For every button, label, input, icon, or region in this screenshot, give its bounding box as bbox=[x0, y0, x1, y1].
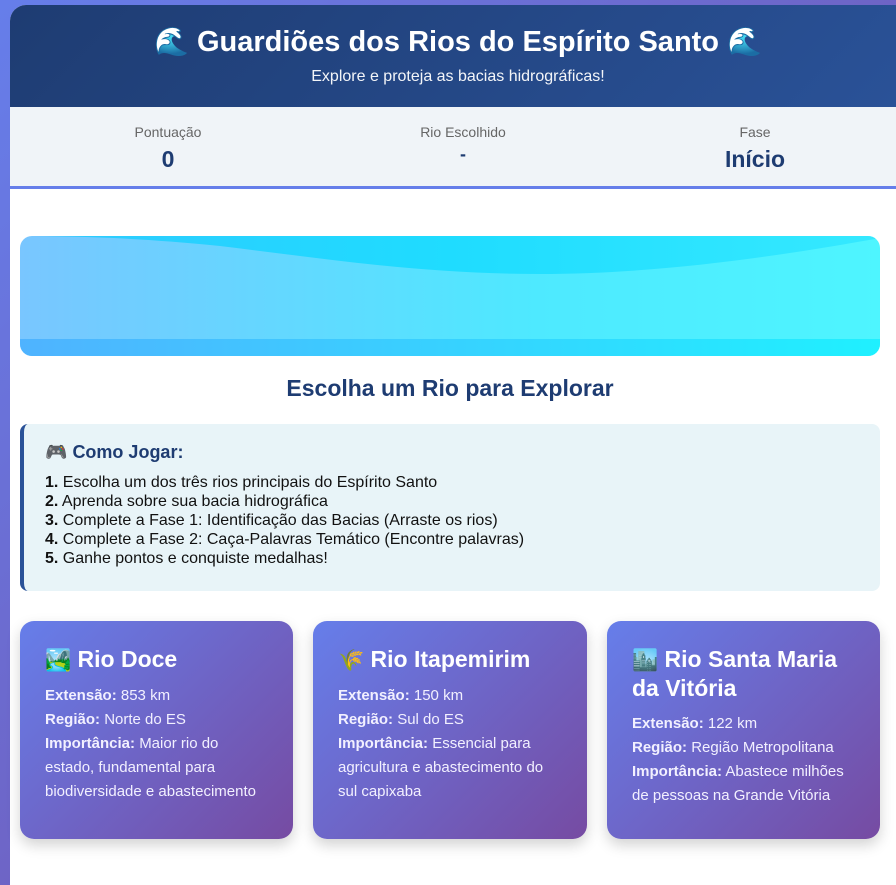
wave-icon: 🌊 bbox=[727, 25, 762, 58]
river-length: Extensão: 150 km bbox=[338, 684, 562, 708]
page-title: 🌊 Guardiões dos Rios do Espírito Santo 🌊 bbox=[10, 5, 896, 60]
river-region: Região: Sul do ES bbox=[338, 708, 562, 732]
field-value: Região Metropolitana bbox=[691, 739, 834, 756]
field-label: Importância: bbox=[632, 763, 723, 780]
list-item: 5. Ganhe pontos e conquiste medalhas! bbox=[45, 549, 880, 568]
stat-label: Rio Escolhido bbox=[420, 124, 506, 140]
river-length: Extensão: 853 km bbox=[45, 684, 268, 708]
field-label: Extensão: bbox=[632, 715, 704, 732]
field-value: 122 km bbox=[707, 715, 758, 732]
river-card-title: 🏞️ Rio Doce bbox=[45, 645, 268, 674]
river-card-title: 🏙️ Rio Santa Maria da Vitória bbox=[632, 645, 855, 702]
list-item: 4. Complete a Fase 2: Caça-Palavras Temá… bbox=[45, 530, 880, 549]
river-card-doce[interactable]: 🏞️ Rio Doce Extensão: 853 km Região: Nor… bbox=[20, 621, 293, 839]
river-region: Região: Região Metropolitana bbox=[632, 736, 855, 760]
cityscape-icon: 🏙️ bbox=[632, 648, 659, 672]
landscape-icon: 🏞️ bbox=[45, 648, 72, 672]
section-title: Escolha um Rio para Explorar bbox=[286, 375, 614, 401]
step-text: Escolha um dos três rios principais do E… bbox=[62, 474, 438, 491]
river-card-santa-maria[interactable]: 🏙️ Rio Santa Maria da Vitória Extensão: … bbox=[607, 621, 880, 839]
step-text: Ganhe pontos e conquiste medalhas! bbox=[62, 550, 328, 567]
how-to-play-title: Como Jogar: bbox=[72, 442, 184, 462]
steps-list: 1. Escolha um dos três rios principais d… bbox=[45, 473, 880, 568]
river-name: Rio Itapemirim bbox=[370, 646, 531, 672]
field-label: Região: bbox=[632, 739, 688, 756]
field-value: 853 km bbox=[120, 687, 171, 704]
field-value: 150 km bbox=[413, 687, 464, 704]
river-name: Rio Santa Maria da Vitória bbox=[632, 646, 838, 701]
field-label: Extensão: bbox=[338, 687, 410, 704]
how-to-play-panel: 🎮 Como Jogar: 1. Escolha um dos três rio… bbox=[20, 424, 880, 591]
water-banner bbox=[20, 236, 880, 356]
field-label: Importância: bbox=[338, 735, 429, 752]
stat-phase: Fase Início bbox=[635, 124, 875, 173]
field-value: Norte do ES bbox=[104, 711, 186, 728]
river-importance: Importância: Maior rio do estado, fundam… bbox=[45, 732, 268, 804]
stat-score: Pontuação 0 bbox=[48, 124, 288, 173]
field-value: Sul do ES bbox=[397, 711, 464, 728]
list-item: 3. Complete a Fase 1: Identificação das … bbox=[45, 511, 880, 530]
stat-river: Rio Escolhido - bbox=[343, 124, 583, 165]
list-item: 1. Escolha um dos três rios principais d… bbox=[45, 473, 880, 492]
river-card-title: 🌾 Rio Itapemirim bbox=[338, 645, 562, 674]
step-text: Complete a Fase 2: Caça-Palavras Temátic… bbox=[62, 531, 525, 548]
stat-value: 0 bbox=[161, 146, 175, 172]
field-label: Extensão: bbox=[45, 687, 117, 704]
stats-bar: Pontuação 0 Rio Escolhido - Fase Início bbox=[10, 107, 896, 189]
step-number: 3. bbox=[45, 512, 59, 529]
list-item: 2. Aprenda sobre sua bacia hidrográfica bbox=[45, 492, 880, 511]
river-importance: Importância: Abastece milhões de pessoas… bbox=[632, 760, 855, 808]
page-subtitle: Explore e proteja as bacias hidrográfica… bbox=[311, 68, 605, 85]
how-to-play-heading: 🎮 Como Jogar: bbox=[45, 442, 880, 463]
river-name: Rio Doce bbox=[77, 646, 178, 672]
header: 🌊 Guardiões dos Rios do Espírito Santo 🌊… bbox=[10, 5, 896, 107]
wheat-icon: 🌾 bbox=[338, 648, 365, 672]
field-label: Região: bbox=[338, 711, 394, 728]
wave-icon: 🌊 bbox=[154, 25, 189, 58]
step-text: Complete a Fase 1: Identificação das Bac… bbox=[62, 512, 498, 529]
step-number: 5. bbox=[45, 550, 59, 567]
river-region: Região: Norte do ES bbox=[45, 708, 268, 732]
step-number: 2. bbox=[45, 493, 59, 510]
step-number: 1. bbox=[45, 474, 59, 491]
field-label: Região: bbox=[45, 711, 101, 728]
stat-value: - bbox=[460, 144, 466, 164]
river-length: Extensão: 122 km bbox=[632, 712, 855, 736]
step-text: Aprenda sobre sua bacia hidrográfica bbox=[61, 493, 328, 510]
stat-label: Fase bbox=[739, 124, 771, 140]
title-text: Guardiões dos Rios do Espírito Santo bbox=[196, 26, 720, 58]
stat-label: Pontuação bbox=[134, 124, 202, 140]
stat-value: Início bbox=[724, 146, 786, 172]
river-importance: Importância: Essencial para agricultura … bbox=[338, 732, 562, 804]
step-number: 4. bbox=[45, 531, 59, 548]
field-label: Importância: bbox=[45, 735, 136, 752]
gamepad-icon: 🎮 bbox=[45, 442, 68, 463]
river-card-itapemirim[interactable]: 🌾 Rio Itapemirim Extensão: 150 km Região… bbox=[313, 621, 587, 839]
wave-illustration bbox=[20, 236, 880, 356]
